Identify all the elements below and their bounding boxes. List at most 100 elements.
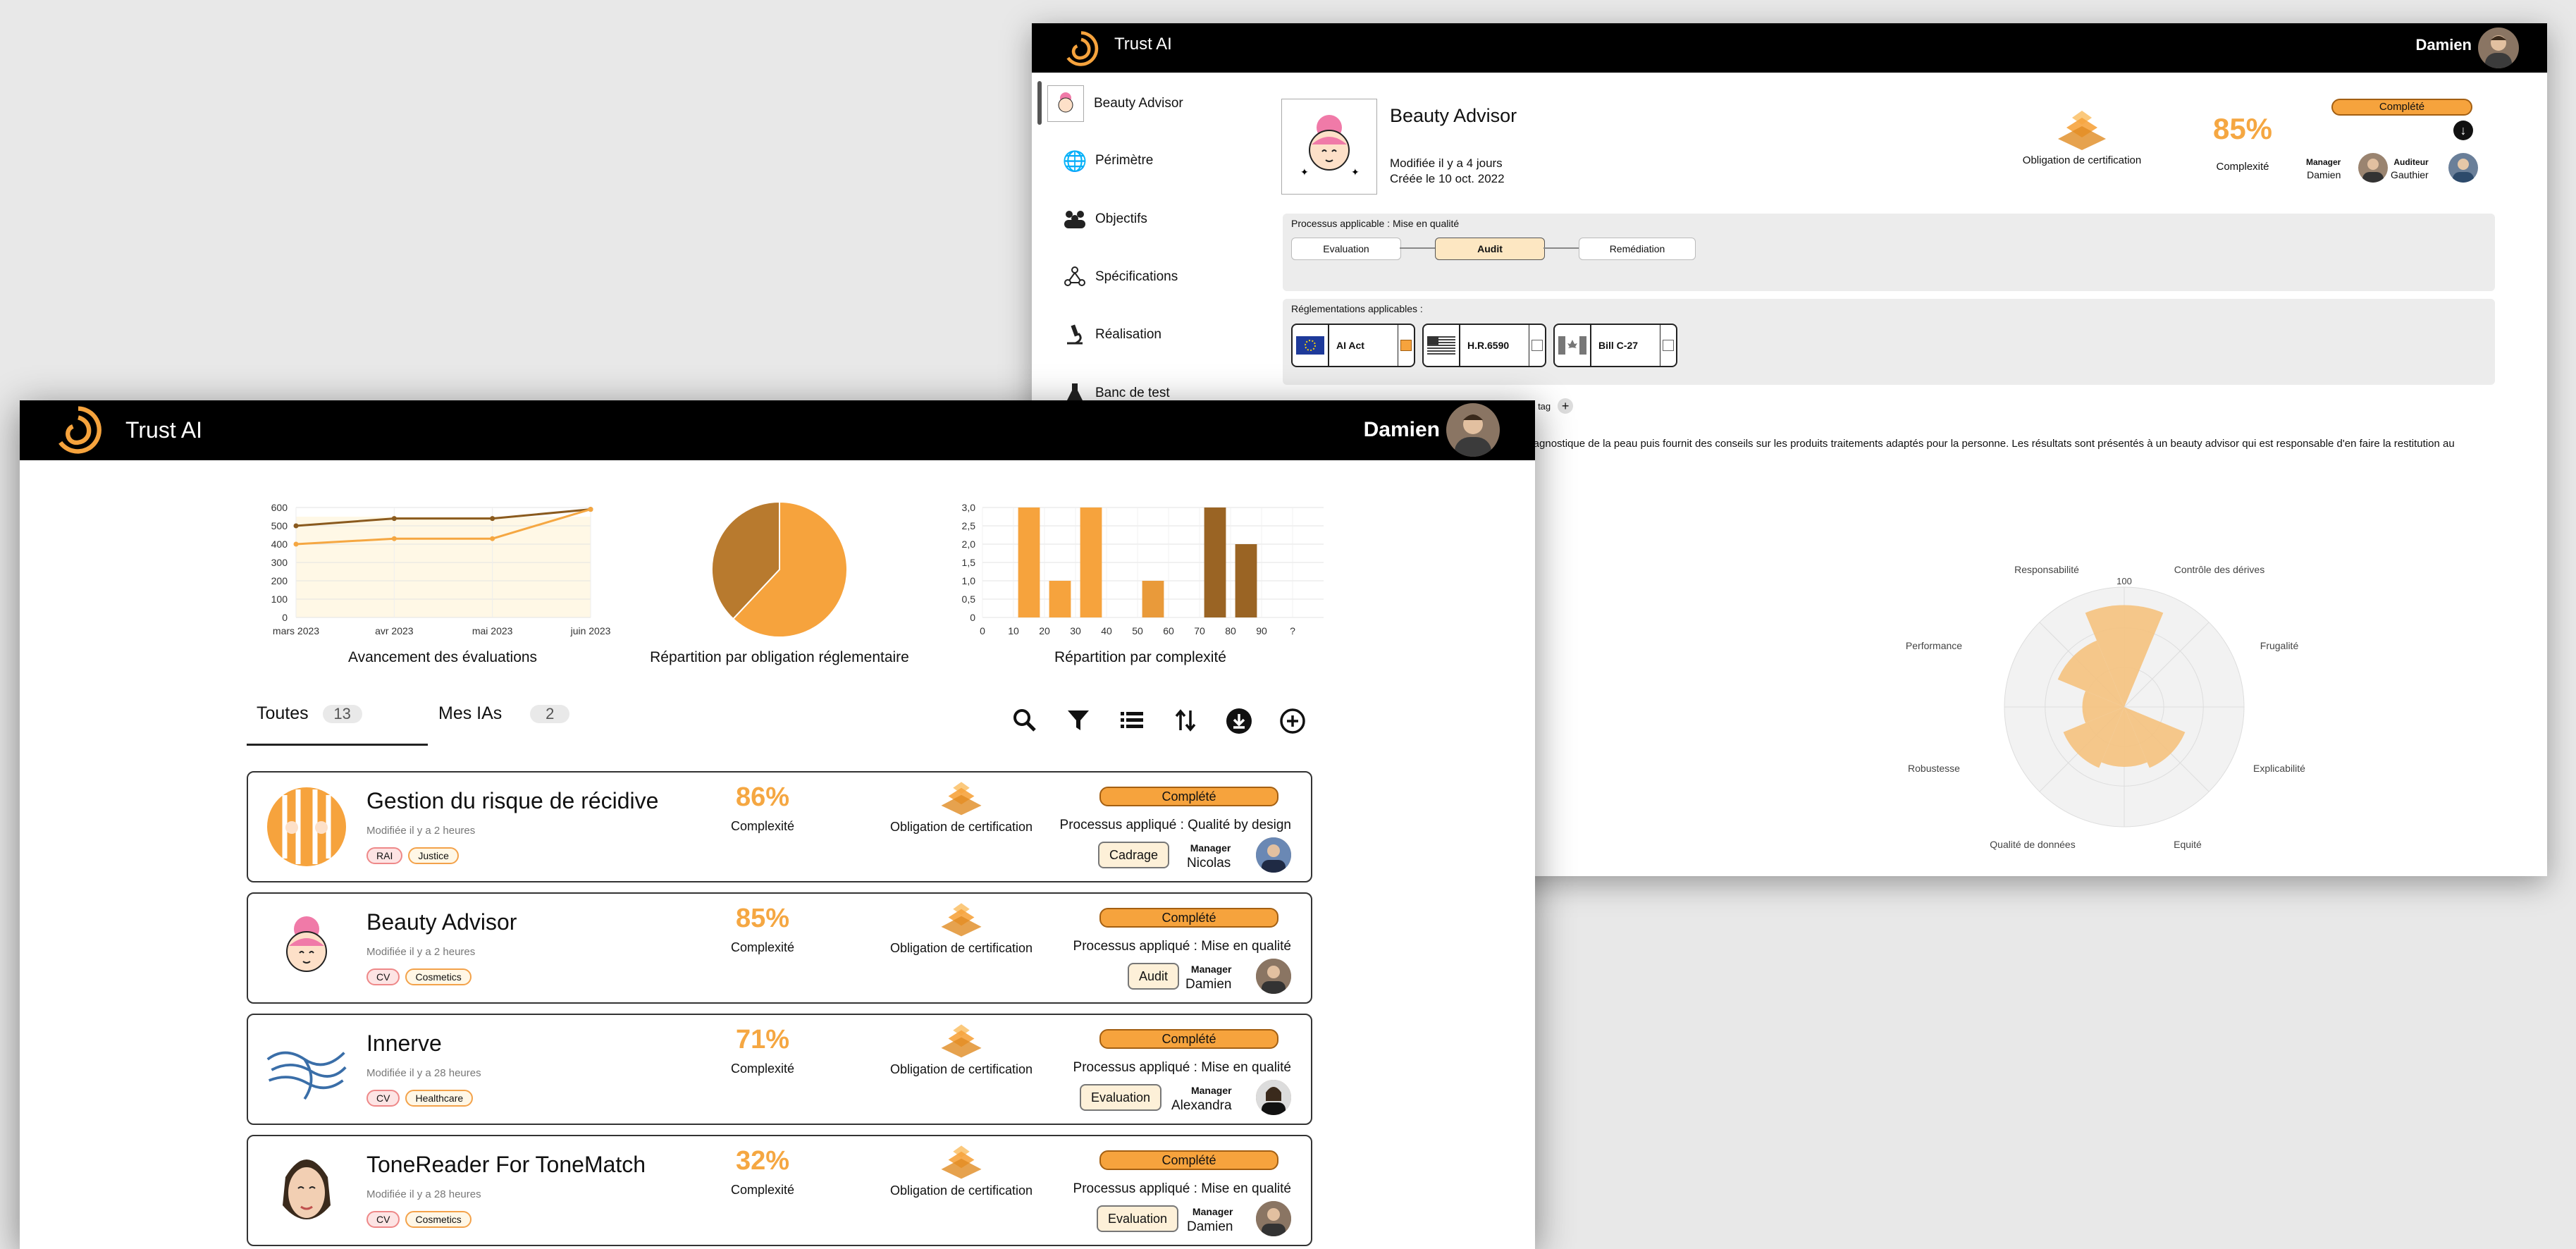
data-point xyxy=(391,516,397,522)
ai-card-name[interactable]: Innerve xyxy=(366,1030,442,1057)
sidebar-item-label: Objectifs xyxy=(1095,211,1147,226)
process-panel: Processus applicable : Mise en qualité E… xyxy=(1283,214,2495,291)
sidebar-item-perimetre[interactable]: 🌐 Périmètre xyxy=(1062,149,1154,173)
regulation-label: Bill C-27 xyxy=(1598,340,1639,351)
complexity-label: Complexité xyxy=(730,819,795,833)
tag[interactable]: Cosmetics xyxy=(405,1211,472,1228)
step-evaluation[interactable]: Evaluation xyxy=(1291,238,1401,260)
user-avatar[interactable] xyxy=(1446,403,1500,457)
sidebar-item-label: Beauty Advisor xyxy=(1094,96,1183,111)
sidebar-item-beauty-advisor[interactable]: Beauty Advisor xyxy=(1047,85,1183,122)
ai-card[interactable]: Beauty Advisor Modifiée il y a 2 heures … xyxy=(247,892,1312,1004)
pie-chart xyxy=(711,500,848,638)
tab-toutes[interactable]: Toutes 13 xyxy=(257,703,362,724)
microscope-icon xyxy=(1063,323,1087,347)
ai-card-name[interactable]: ToneReader For ToneMatch xyxy=(366,1152,646,1178)
complexity-label: Complexité xyxy=(2216,161,2269,173)
process-label: Processus appliqué : Mise en qualité xyxy=(1073,1060,1291,1075)
regulation-hr6590[interactable]: H.R.6590 xyxy=(1422,324,1546,367)
x-tick-label: 20 xyxy=(1039,625,1050,636)
auditor-avatar[interactable] xyxy=(2448,153,2478,183)
user-avatar[interactable] xyxy=(2478,27,2519,68)
regulation-checkbox[interactable] xyxy=(1532,340,1543,351)
regulation-ai-act[interactable]: AI Act xyxy=(1291,324,1415,367)
step-audit[interactable]: Audit xyxy=(1435,238,1545,260)
tag[interactable]: Cosmetics xyxy=(405,968,472,985)
y-tick-label: 0,5 xyxy=(962,593,976,605)
y-tick-label: 2,0 xyxy=(962,539,976,550)
search-icon[interactable] xyxy=(1011,708,1039,736)
step-remediation[interactable]: Remédiation xyxy=(1579,238,1696,260)
tab-count: 13 xyxy=(322,705,362,723)
radar-axis-label: Robustesse xyxy=(1908,763,1960,774)
tag[interactable]: CV xyxy=(366,1090,400,1107)
regulation-checkbox[interactable] xyxy=(1663,340,1674,351)
download-icon[interactable] xyxy=(1225,708,1253,736)
y-tick-label: 600 xyxy=(271,502,288,513)
y-tick-label: 200 xyxy=(271,575,288,586)
bar-chart-caption: Répartition par complexité xyxy=(1054,649,1226,665)
sidebar-item-label: Périmètre xyxy=(1095,153,1154,168)
sidebar-active-indicator xyxy=(1037,81,1042,125)
manager-avatar[interactable] xyxy=(2358,153,2388,183)
modified-date: Modifiée il y a 4 jours xyxy=(1390,156,1503,170)
bar xyxy=(1142,581,1164,617)
ai-card-name[interactable]: Gestion du risque de récidive xyxy=(366,788,658,814)
regulation-bill-c27[interactable]: Bill C-27 xyxy=(1553,324,1677,367)
complexity-value: 85% xyxy=(2212,112,2273,145)
tab-mes-ias[interactable]: Mes IAs 2 xyxy=(438,703,570,724)
sidebar-item-specifications[interactable]: Spécifications xyxy=(1063,265,1178,289)
tab-label: Toutes xyxy=(257,703,309,723)
tag[interactable]: Justice xyxy=(408,847,459,864)
add-tag-icon[interactable]: + xyxy=(1558,398,1574,414)
manager-info: Manager Damien xyxy=(1185,961,1231,992)
svg-text:✦: ✦ xyxy=(1300,166,1309,178)
ai-card-name[interactable]: Beauty Advisor xyxy=(366,909,517,935)
line-chart-caption: Avancement des évaluations xyxy=(347,649,538,665)
trust-ai-logo-icon[interactable] xyxy=(1061,29,1101,68)
download-icon[interactable]: ↓ xyxy=(2453,121,2473,140)
manager-info: Manager Damien xyxy=(1187,1204,1233,1235)
manager-avatar[interactable] xyxy=(1256,837,1291,873)
regulation-checkbox[interactable] xyxy=(1400,340,1412,351)
x-tick-label: 80 xyxy=(1225,625,1236,636)
sidebar-item-label: Spécifications xyxy=(1095,269,1178,284)
tag[interactable]: CV xyxy=(366,968,400,985)
data-point xyxy=(588,507,593,512)
data-point xyxy=(490,536,495,541)
sidebar-item-objectifs[interactable]: Objectifs xyxy=(1063,207,1147,231)
auditor-info: Auditeur Gauthier xyxy=(2391,156,2429,181)
list-view-icon[interactable] xyxy=(1118,708,1146,736)
trust-ai-logo-icon[interactable] xyxy=(51,403,105,457)
tag[interactable]: RAI xyxy=(366,847,403,864)
sort-icon[interactable] xyxy=(1171,708,1200,736)
radar-axis-label: Contrôle des dérives xyxy=(2174,564,2264,575)
ai-card-thumbnail xyxy=(265,1149,348,1232)
user-name[interactable]: Damien xyxy=(2416,36,2472,54)
ai-card[interactable]: Innerve Modifiée il y a 28 heures CV Hea… xyxy=(247,1014,1312,1125)
bar-chart: 0 0,5 1,0 1,5 2,0 2,5 3,0 0 10 20 30 40 50 60 70 80 90? xyxy=(962,502,1324,636)
manager-avatar[interactable] xyxy=(1256,959,1291,994)
pyramid-icon xyxy=(941,903,982,937)
phase-badge: Evaluation xyxy=(1097,1205,1179,1232)
data-point xyxy=(391,536,397,541)
complexity-value: 86% xyxy=(735,782,790,812)
beauty-advisor-thumbnail xyxy=(1047,85,1084,122)
sidebar-item-realisation[interactable]: Réalisation xyxy=(1063,323,1161,347)
top-bar: Trust AI Damien xyxy=(20,400,1535,460)
filter-icon[interactable] xyxy=(1064,708,1092,736)
user-name[interactable]: Damien xyxy=(1364,418,1440,442)
x-tick-label: 60 xyxy=(1163,625,1174,636)
globe-icon: 🌐 xyxy=(1062,149,1087,172)
y-tick-label: 400 xyxy=(271,539,288,550)
bar xyxy=(1235,544,1257,617)
tag[interactable]: CV xyxy=(366,1211,400,1228)
auditor-name: Gauthier xyxy=(2391,169,2429,180)
add-icon[interactable] xyxy=(1278,708,1307,736)
manager-avatar[interactable] xyxy=(1256,1080,1291,1115)
manager-avatar[interactable] xyxy=(1256,1201,1291,1236)
ai-card[interactable]: ToneReader For ToneMatch Modifiée il y a… xyxy=(247,1135,1312,1246)
tag[interactable]: Healthcare xyxy=(405,1090,474,1107)
ai-card[interactable]: Gestion du risque de récidive Modifiée i… xyxy=(247,771,1312,882)
y-tick-label: 1,5 xyxy=(962,557,976,568)
